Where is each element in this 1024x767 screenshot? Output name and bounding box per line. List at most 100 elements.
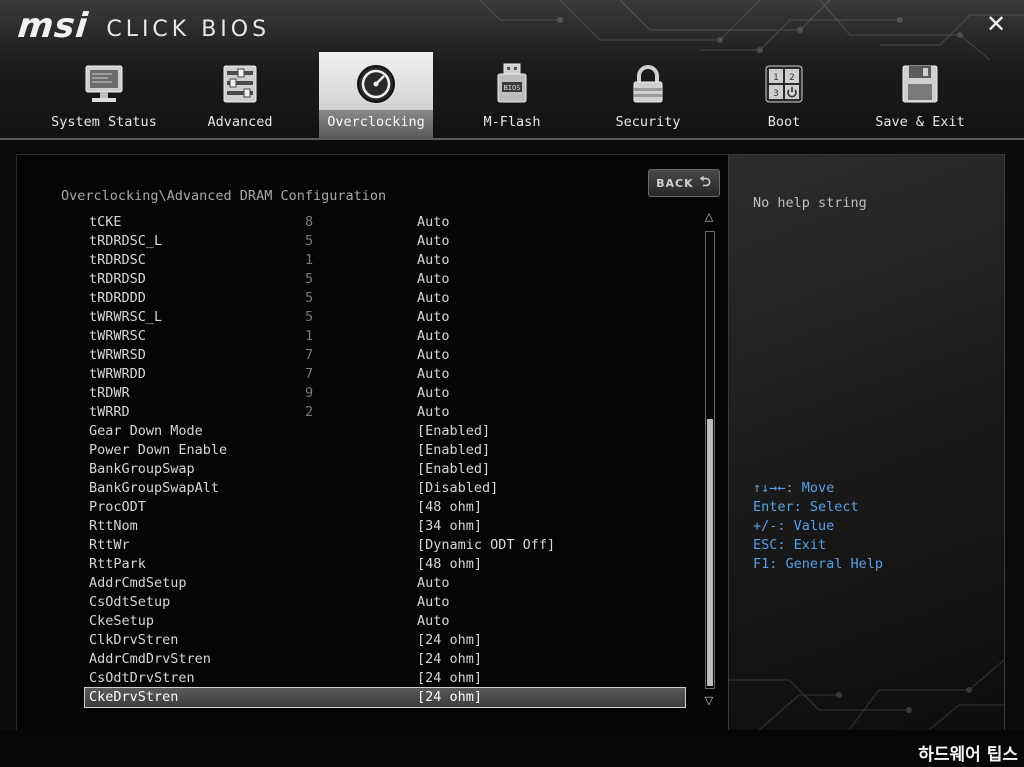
settings-list: tCKE 8 Auto tRDRDSC_L 5 Auto tRDRDSC 1 Auto tRDRD… bbox=[84, 213, 686, 708]
tab-label: Security bbox=[615, 114, 681, 130]
setting-row[interactable]: RttPark [48 ohm] bbox=[85, 555, 685, 574]
return-arrow-icon: ⮌ bbox=[699, 174, 712, 190]
setting-name: CsOdtDrvStren bbox=[89, 670, 195, 686]
setting-value[interactable]: Auto bbox=[417, 593, 450, 612]
tab-system-status[interactable]: System Status bbox=[47, 52, 161, 138]
setting-value[interactable]: [Disabled] bbox=[417, 479, 498, 498]
setting-row[interactable]: tRDRDDD 5 Auto bbox=[85, 289, 685, 308]
setting-value[interactable]: [Dynamic ODT Off] bbox=[417, 536, 555, 555]
setting-value[interactable]: [24 ohm] bbox=[417, 688, 482, 707]
tab-advanced[interactable]: Advanced bbox=[183, 52, 297, 138]
setting-value[interactable]: Auto bbox=[417, 384, 450, 403]
setting-name: tRDRDSC_L bbox=[89, 233, 163, 249]
setting-value[interactable]: Auto bbox=[417, 574, 450, 593]
msi-logo: msi CLICK BIOS bbox=[16, 6, 270, 46]
tab-boot[interactable]: 1 2 3 Boot bbox=[727, 52, 841, 138]
setting-value[interactable]: Auto bbox=[417, 365, 450, 384]
padlock-icon bbox=[633, 65, 663, 103]
setting-row[interactable]: RttWr [Dynamic ODT Off] bbox=[85, 536, 685, 555]
tab-label: Advanced bbox=[207, 114, 273, 130]
setting-value[interactable]: Auto bbox=[417, 213, 450, 232]
setting-row[interactable]: Power Down Enable [Enabled] bbox=[85, 441, 685, 460]
scroll-up-icon[interactable]: △ bbox=[703, 211, 715, 223]
setting-value[interactable]: [Enabled] bbox=[417, 422, 490, 441]
setting-value[interactable]: Auto bbox=[417, 403, 450, 422]
svg-text:1: 1 bbox=[773, 73, 779, 83]
setting-name: tWRWRDD bbox=[89, 366, 146, 382]
setting-value[interactable]: [Enabled] bbox=[417, 460, 490, 479]
setting-row[interactable]: tWRWRSC 1 Auto bbox=[85, 327, 685, 346]
bottom-bar bbox=[0, 730, 1024, 767]
key-hint-select: Enter: Select bbox=[753, 499, 859, 515]
setting-value[interactable]: Auto bbox=[417, 232, 450, 251]
setting-current-value: 1 bbox=[305, 252, 314, 268]
setting-row[interactable]: tRDRDSC 1 Auto bbox=[85, 251, 685, 270]
setting-value[interactable]: Auto bbox=[417, 270, 450, 289]
setting-value[interactable]: Auto bbox=[417, 308, 450, 327]
setting-value[interactable]: [48 ohm] bbox=[417, 498, 482, 517]
setting-row[interactable]: CkeDrvStren [24 ohm] bbox=[84, 687, 686, 708]
setting-value[interactable]: Auto bbox=[417, 346, 450, 365]
setting-value[interactable]: [48 ohm] bbox=[417, 555, 482, 574]
tab-label: Save & Exit bbox=[875, 114, 965, 130]
tab-m-flash[interactable]: BIOS M-Flash bbox=[455, 52, 569, 138]
tab-label: Overclocking bbox=[327, 114, 425, 130]
setting-value[interactable]: [24 ohm] bbox=[417, 650, 482, 669]
setting-value[interactable]: [24 ohm] bbox=[417, 669, 482, 688]
setting-row[interactable]: tRDRDSC_L 5 Auto bbox=[85, 232, 685, 251]
setting-value[interactable]: Auto bbox=[417, 289, 450, 308]
setting-row[interactable]: tWRWRDD 7 Auto bbox=[85, 365, 685, 384]
setting-row[interactable]: ProcODT [48 ohm] bbox=[85, 498, 685, 517]
setting-value[interactable]: [Enabled] bbox=[417, 441, 490, 460]
setting-name: tWRRD bbox=[89, 404, 130, 420]
setting-name: tWRWRSC bbox=[89, 328, 146, 344]
setting-row[interactable]: CsOdtDrvStren [24 ohm] bbox=[85, 669, 685, 688]
setting-name: BankGroupSwap bbox=[89, 461, 195, 477]
setting-name: ProcODT bbox=[89, 499, 146, 515]
setting-name: AddrCmdSetup bbox=[89, 575, 187, 591]
setting-row[interactable]: RttNom [34 ohm] bbox=[85, 517, 685, 536]
setting-row[interactable]: BankGroupSwap [Enabled] bbox=[85, 460, 685, 479]
setting-row[interactable]: tCKE 8 Auto bbox=[85, 213, 685, 232]
setting-row[interactable]: tRDRDSD 5 Auto bbox=[85, 270, 685, 289]
scrollbar[interactable] bbox=[705, 231, 715, 689]
close-button[interactable]: ✕ bbox=[984, 12, 1008, 36]
setting-row[interactable]: ClkDrvStren [24 ohm] bbox=[85, 631, 685, 650]
setting-value[interactable]: [24 ohm] bbox=[417, 631, 482, 650]
tab-security[interactable]: Security bbox=[591, 52, 705, 138]
tab-save-exit[interactable]: Save & Exit bbox=[863, 52, 977, 138]
setting-name: Power Down Enable bbox=[89, 442, 228, 458]
setting-value[interactable]: Auto bbox=[417, 612, 450, 631]
setting-row[interactable]: CkeSetup Auto bbox=[85, 612, 685, 631]
setting-name: RttNom bbox=[89, 518, 138, 534]
setting-current-value: 7 bbox=[305, 347, 314, 363]
setting-row[interactable]: Gear Down Mode [Enabled] bbox=[85, 422, 685, 441]
setting-name: ClkDrvStren bbox=[89, 632, 179, 648]
monitor-icon bbox=[85, 65, 123, 102]
setting-name: CkeDrvStren bbox=[89, 689, 179, 705]
tab-overclocking[interactable]: Overclocking bbox=[319, 52, 433, 138]
setting-current-value: 8 bbox=[305, 214, 314, 230]
back-button[interactable]: BACK ⮌ bbox=[648, 169, 720, 197]
key-hint-help: F1: General Help bbox=[753, 556, 884, 572]
setting-row[interactable]: CsOdtSetup Auto bbox=[85, 593, 685, 612]
setting-current-value: 9 bbox=[305, 385, 314, 401]
setting-row[interactable]: AddrCmdSetup Auto bbox=[85, 574, 685, 593]
setting-name: BankGroupSwapAlt bbox=[89, 480, 220, 496]
scrollbar-thumb[interactable] bbox=[707, 418, 713, 686]
back-label: BACK bbox=[656, 176, 694, 190]
setting-row[interactable]: tRDWR 9 Auto bbox=[85, 384, 685, 403]
help-string: No help string bbox=[753, 195, 867, 211]
setting-row[interactable]: BankGroupSwapAlt [Disabled] bbox=[85, 479, 685, 498]
setting-name: CkeSetup bbox=[89, 613, 155, 629]
setting-value[interactable]: Auto bbox=[417, 251, 450, 270]
setting-row[interactable]: tWRWRSC_L 5 Auto bbox=[85, 308, 685, 327]
setting-row[interactable]: tWRWRSD 7 Auto bbox=[85, 346, 685, 365]
setting-current-value: 1 bbox=[305, 328, 314, 344]
setting-value[interactable]: Auto bbox=[417, 327, 450, 346]
setting-row[interactable]: tWRRD 2 Auto bbox=[85, 403, 685, 422]
scroll-down-icon[interactable]: ▽ bbox=[703, 695, 715, 707]
setting-value[interactable]: [34 ohm] bbox=[417, 517, 482, 536]
setting-row[interactable]: AddrCmdDrvStren [24 ohm] bbox=[85, 650, 685, 669]
setting-current-value: 5 bbox=[305, 309, 314, 325]
